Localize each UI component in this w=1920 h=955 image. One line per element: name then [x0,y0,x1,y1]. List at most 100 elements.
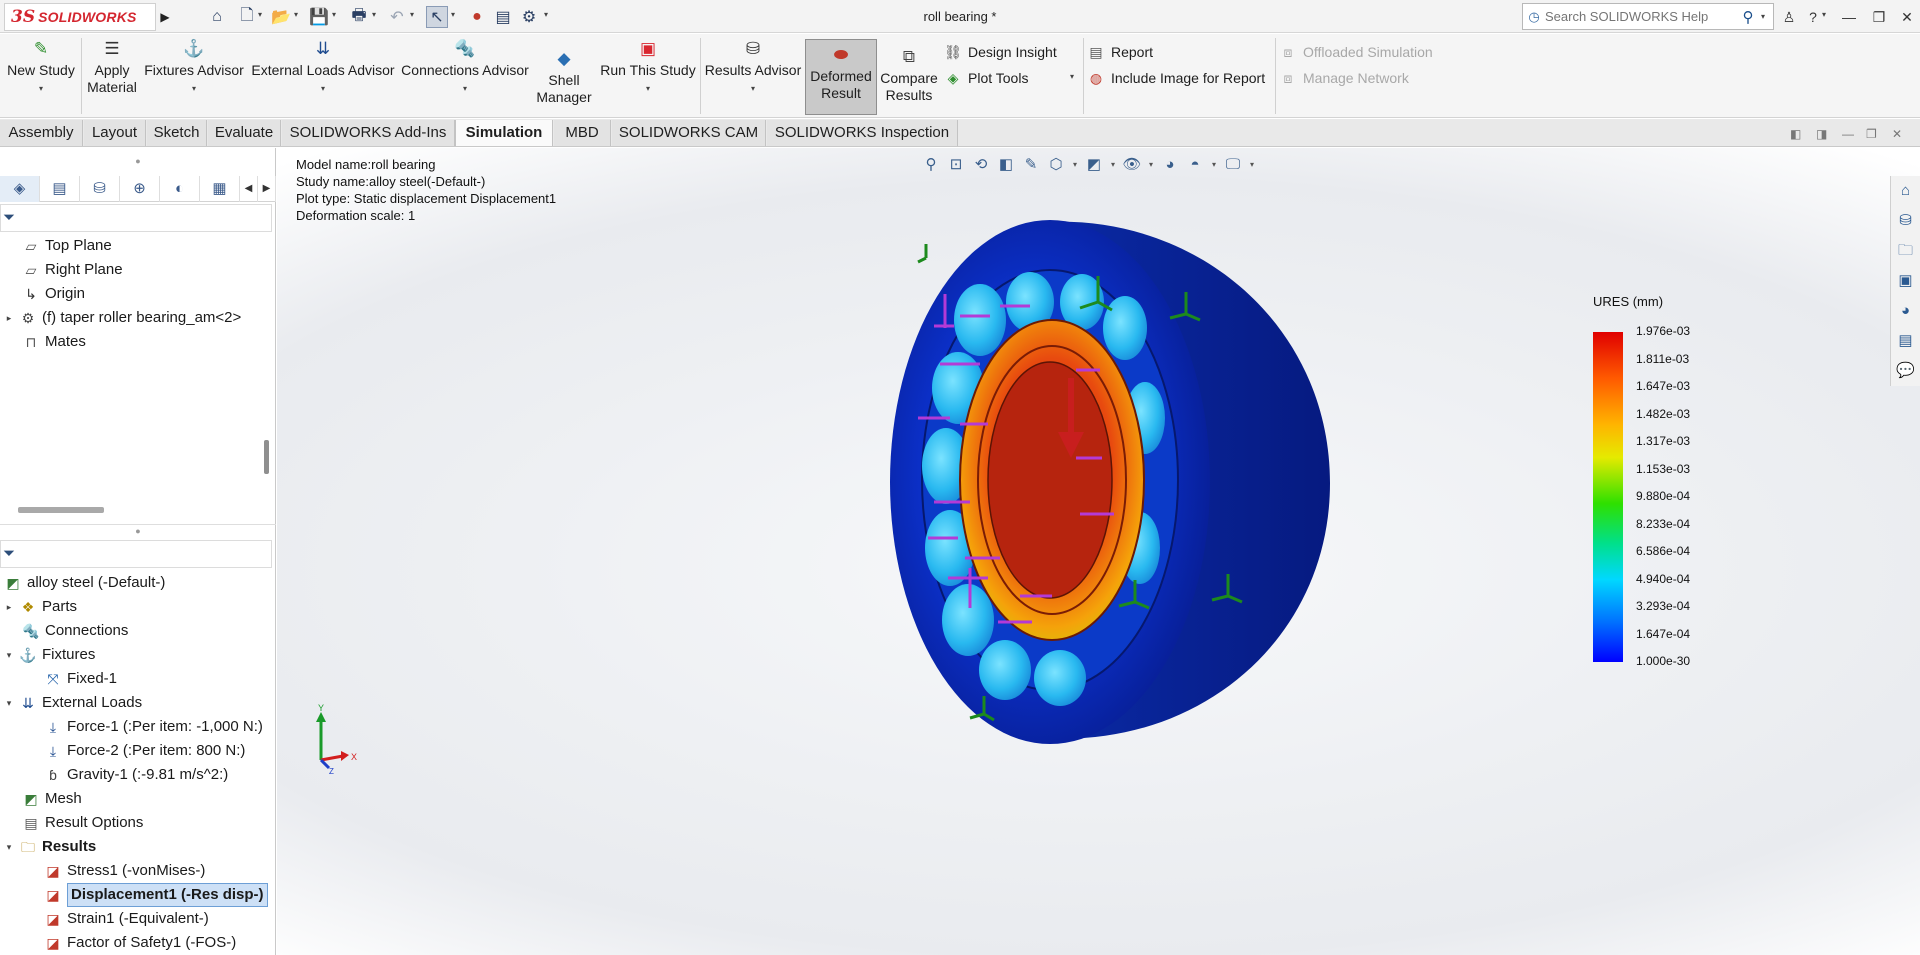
options-dropdown-icon[interactable]: ▾ [544,10,548,19]
view-orientation-dropdown-icon[interactable]: ▾ [1071,160,1079,169]
tabs-scroll-left-icon[interactable]: ◀ [240,176,258,202]
help-dropdown-icon[interactable]: ▾ [1822,10,1826,19]
home-icon[interactable]: ⌂ [206,6,228,28]
tree-item-external-loads[interactable]: ▾ ⇊ External Loads [4,692,142,714]
shell-manager-button[interactable]: ◆ Shell Manager [532,48,596,106]
include-image-button[interactable]: ◍ Include Image for Report [1087,68,1265,88]
select-pointer-icon[interactable]: ↖ [426,6,448,28]
tree-item-gravity-1[interactable]: ɓ Gravity-1 (:-9.81 m/s^2:) [44,764,228,786]
tab-sketch[interactable]: Sketch [147,120,207,146]
panel-right-icon[interactable]: ◨ [1816,127,1827,141]
solidworks-resources-icon[interactable]: ⌂ [1891,176,1920,206]
view-orientation-icon[interactable]: ⬡ [1046,155,1066,173]
bearing-model-render[interactable] [870,218,1330,748]
search-dropdown-icon[interactable]: ▾ [1761,12,1773,21]
edit-appearance-icon[interactable]: ◕ [1160,156,1180,173]
window-minimize-icon[interactable]: — [1842,127,1854,141]
design-library-icon[interactable]: ⛁ [1891,206,1920,236]
window-restore-icon[interactable]: ❐ [1866,127,1877,141]
print-dropdown-icon[interactable]: ▾ [372,10,376,19]
tree-item-right-plane[interactable]: ▱ Right Plane [22,259,123,281]
close-icon[interactable]: ✕ [1896,6,1918,28]
minimize-icon[interactable]: — [1838,6,1860,28]
dynamic-annotation-icon[interactable]: ✎ [1021,155,1041,173]
collapse-arrow-icon[interactable]: ▾ [4,836,14,858]
search-icon[interactable]: ⚲ [1735,8,1761,26]
tab-solidworks-add-ins[interactable]: SOLIDWORKS Add-Ins [282,120,455,146]
filter-icon[interactable]: ⏷ [3,205,15,231]
tree-item-result-options[interactable]: ▤ Result Options [22,812,143,834]
collapse-arrow-icon[interactable]: ▾ [4,644,14,666]
deformed-result-button[interactable]: ⬬ Deformed Result [805,39,877,115]
open-dropdown-icon[interactable]: ▾ [294,10,298,19]
tab-solidworks-inspection[interactable]: SOLIDWORKS Inspection [767,120,958,146]
graphics-viewport[interactable]: Model name:roll bearing Study name:alloy… [277,148,1920,955]
tab-mbd[interactable]: MBD [554,120,611,146]
view-settings-icon[interactable]: 🖵 [1223,156,1243,173]
undo-dropdown-icon[interactable]: ▾ [410,10,414,19]
print-icon[interactable]: 🖶 [348,6,370,28]
tree-item-fixtures[interactable]: ▾ ⚓ Fixtures [4,644,96,666]
study-filter-box[interactable] [0,540,272,568]
feature-tree-vertical-scrollbar[interactable] [264,440,269,474]
new-study-button[interactable]: ✎ New Study ▾ [4,38,78,97]
tree-item-mates[interactable]: ⊓ Mates [22,331,86,353]
design-insight-button[interactable]: ⛓ Design Insight [944,42,1057,62]
view-settings-dropdown-icon[interactable]: ▾ [1248,160,1256,169]
tree-item-results[interactable]: ▾ 🗀 Results [4,836,96,858]
expand-arrow-icon[interactable]: ▸ [4,307,14,329]
select-dropdown-icon[interactable]: ▾ [451,10,455,19]
new-dropdown-icon[interactable]: ▾ [258,10,262,19]
splitter-grip-icon[interactable]: ● [0,526,276,536]
file-explorer-icon[interactable]: 🗀 [1891,236,1920,266]
cam-tab-icon[interactable]: ▦ [200,176,240,202]
tree-item-strain1[interactable]: ◪ Strain1 (-Equivalent-) [44,908,208,930]
tree-item-origin[interactable]: ↳ Origin [22,283,85,305]
tree-item-factor-of-safety1[interactable]: ◪ Factor of Safety1 (-FOS-) [44,932,236,954]
hide-show-dropdown-icon[interactable]: ▾ [1147,160,1155,169]
tree-item-parts[interactable]: ▸ ❖ Parts [4,596,77,618]
zoom-to-area-icon[interactable]: ⊡ [946,155,966,173]
tree-item-component[interactable]: ▸ ⚙ (f) taper roller bearing_am<2> [4,307,242,329]
save-icon[interactable]: 💾 [308,6,330,28]
hide-show-items-icon[interactable]: 👁 [1122,155,1142,173]
section-view-icon[interactable]: ◧ [996,155,1016,173]
tree-item-mesh[interactable]: ◩ Mesh [22,788,81,810]
feature-tree-tab-icon[interactable]: ◈ [0,176,40,202]
panel-left-icon[interactable]: ◧ [1790,127,1801,141]
expand-arrow-icon[interactable]: ▸ [4,596,14,618]
search-help-box[interactable]: ◷ ⚲ ▾ [1522,3,1774,30]
appearances-scenes-icon[interactable]: ◕ [1891,296,1920,326]
tab-solidworks-cam[interactable]: SOLIDWORKS CAM [612,120,766,146]
configuration-tab-icon[interactable]: ⛁ [80,176,120,202]
tab-simulation[interactable]: Simulation [455,120,553,146]
scene-dropdown-icon[interactable]: ▾ [1210,160,1218,169]
window-close-icon[interactable]: ✕ [1892,127,1902,141]
view-palette-icon[interactable]: ▣ [1891,266,1920,296]
dimxpert-tab-icon[interactable]: ⊕ [120,176,160,202]
report-button[interactable]: ▤ Report [1087,42,1153,62]
connections-advisor-button[interactable]: 🔩 Connections Advisor ▾ [400,38,530,97]
undo-icon[interactable]: ↶ [386,6,408,28]
feature-tree-horizontal-scrollbar[interactable] [18,507,104,513]
help-icon[interactable]: ? [1802,6,1824,28]
tree-item-top-plane[interactable]: ▱ Top Plane [22,235,112,257]
tree-item-connections[interactable]: 🔩 Connections [22,620,128,642]
solidworks-logo[interactable]: 3S SOLIDWORKS [4,3,156,31]
save-dropdown-icon[interactable]: ▾ [332,10,336,19]
plot-tools-dropdown-icon[interactable]: ▾ [1070,72,1074,81]
search-input[interactable] [1545,5,1735,28]
restore-icon[interactable]: ❐ [1868,6,1890,28]
user-icon[interactable]: ♙ [1778,6,1800,28]
external-loads-advisor-button[interactable]: ⇊ External Loads Advisor ▾ [250,38,396,97]
rebuild-traffic-light-icon[interactable]: ● [466,6,488,28]
compare-results-button[interactable]: ⧉ Compare Results [878,46,940,104]
collapse-arrow-icon[interactable]: ▾ [4,692,14,714]
tab-assembly[interactable]: Assembly [0,120,83,146]
forum-icon[interactable]: 💬 [1891,356,1920,386]
fixtures-advisor-button[interactable]: ⚓ Fixtures Advisor ▾ [144,38,244,97]
plot-tools-button[interactable]: ◈ Plot Tools [944,68,1029,88]
zoom-to-fit-icon[interactable]: ⚲ [921,155,941,173]
tab-evaluate[interactable]: Evaluate [208,120,281,146]
manage-network-button[interactable]: ⧈ Manage Network [1279,68,1409,88]
